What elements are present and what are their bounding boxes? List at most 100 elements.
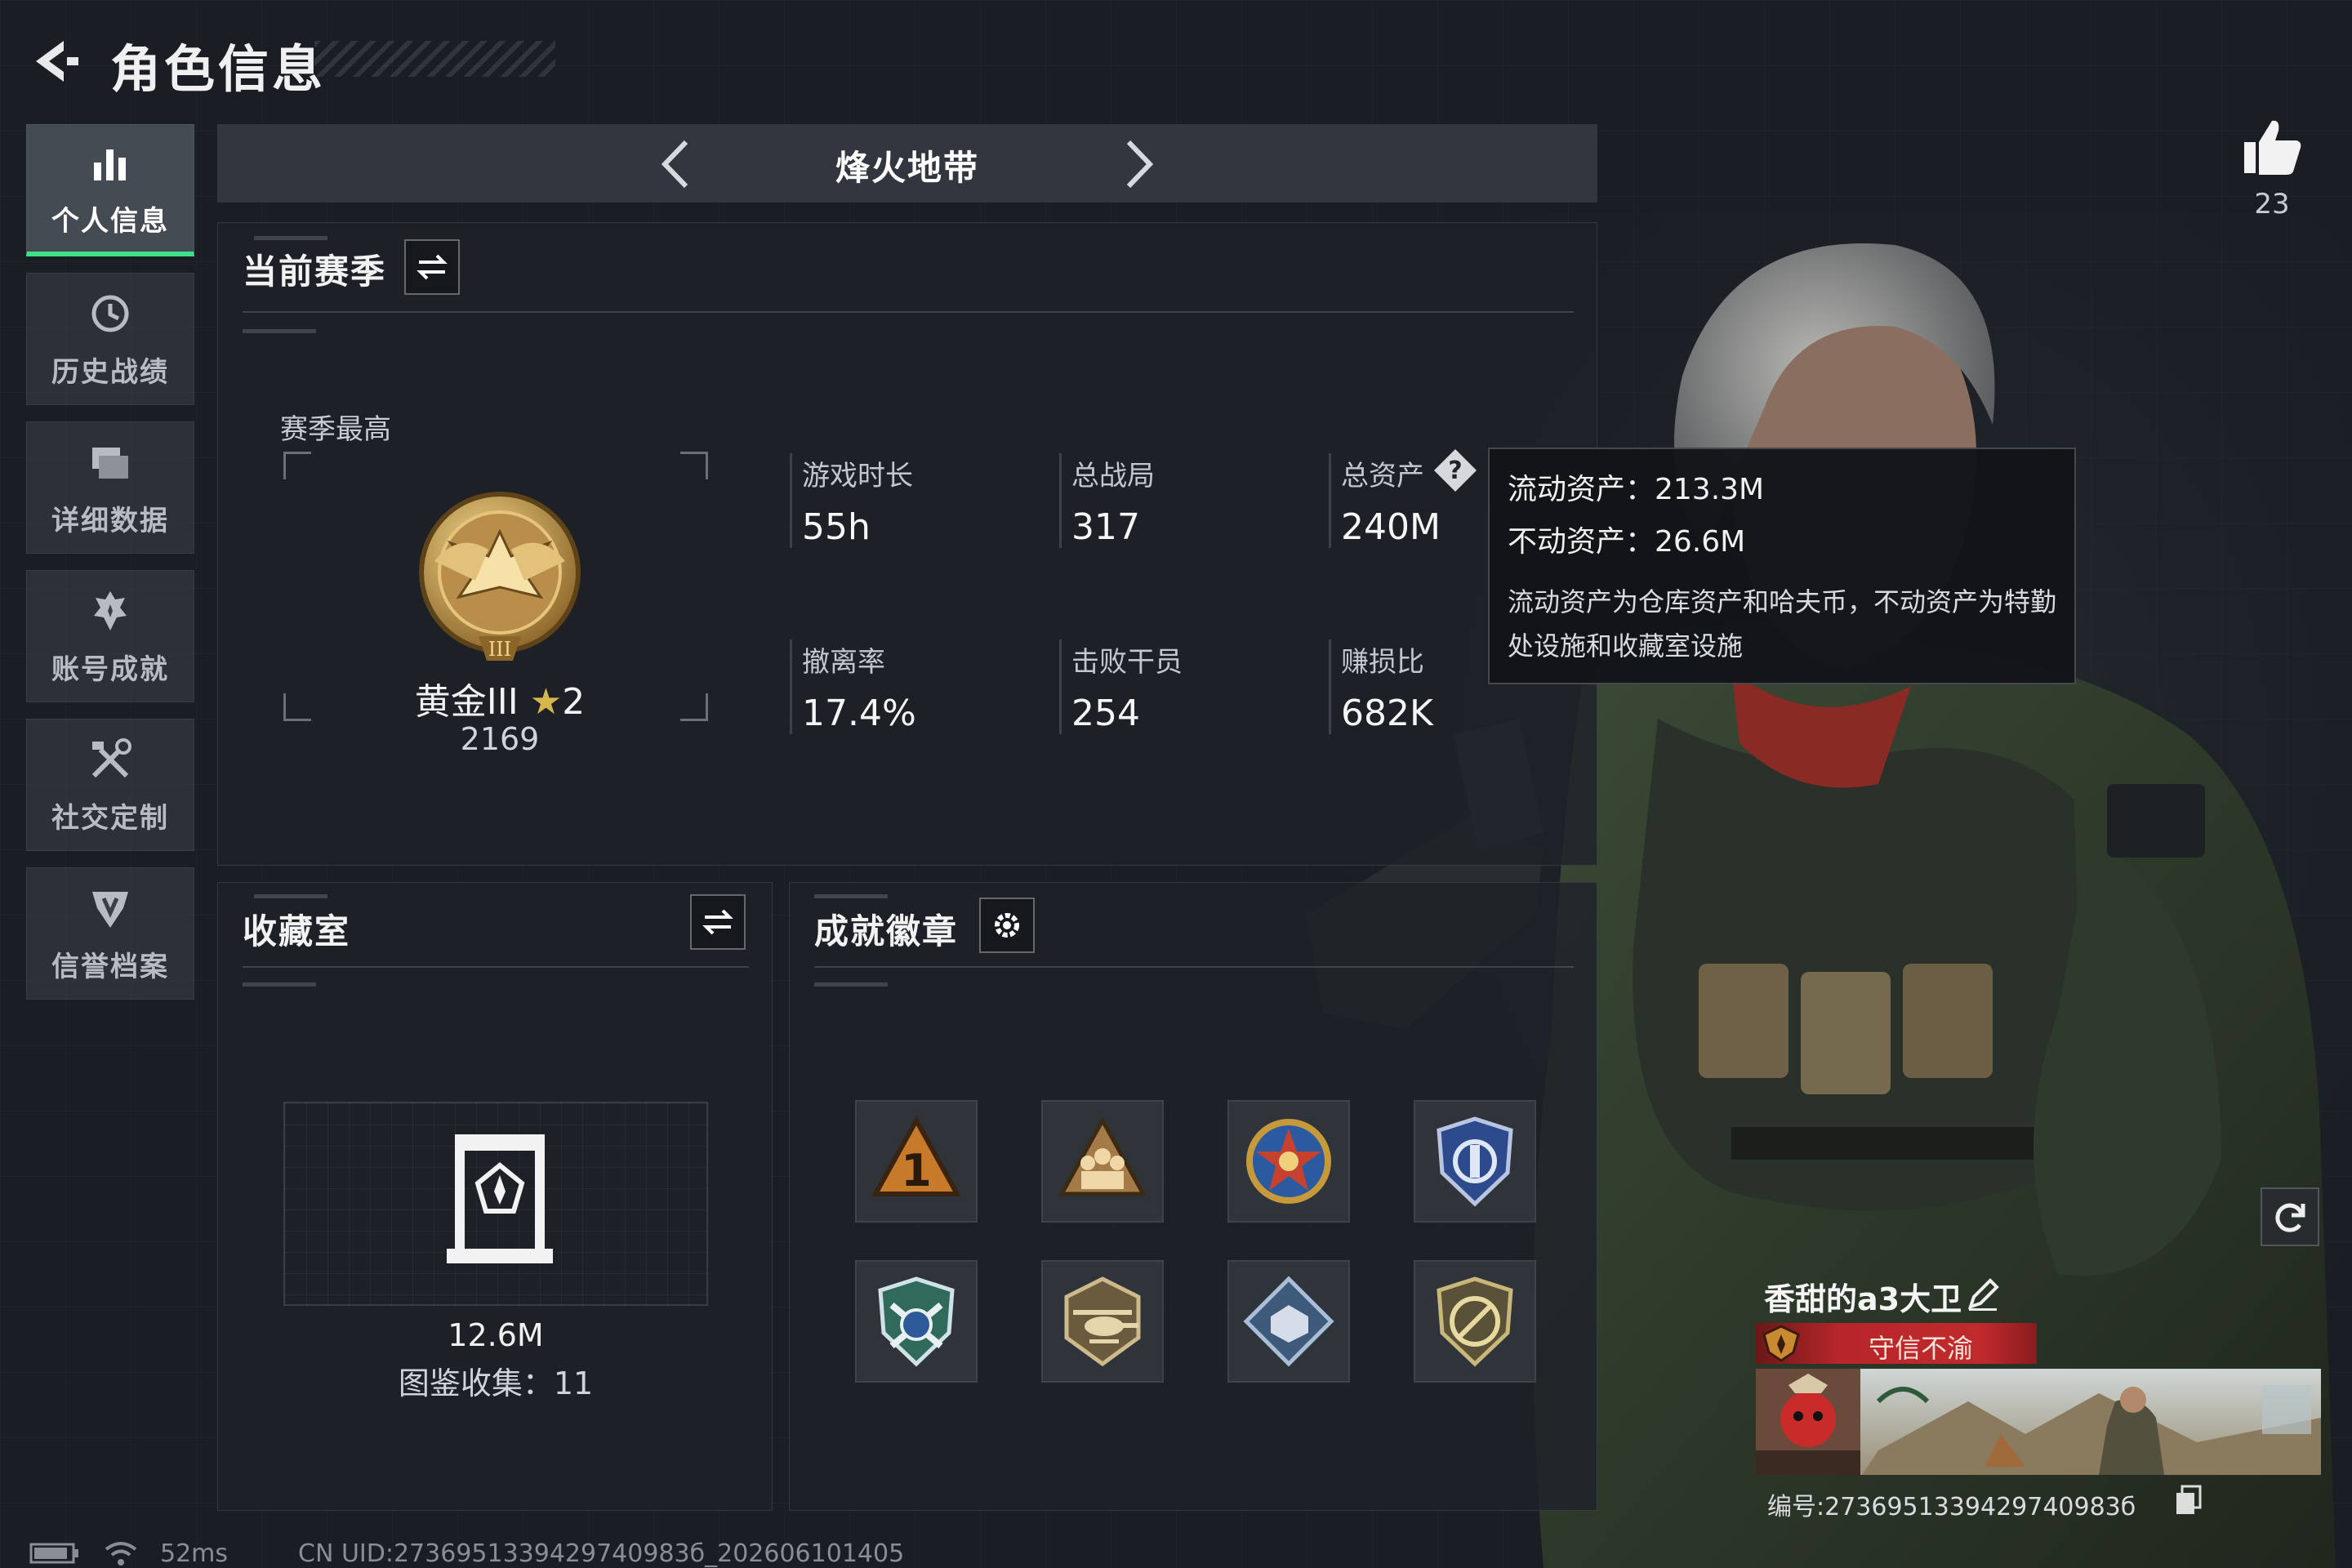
stat-kills: 击败干员 254	[1059, 639, 1183, 734]
season-title: 当前赛季	[243, 252, 387, 292]
status-bar: 52ms CN UID:2736951339429740983б_2026061…	[29, 1539, 917, 1568]
rotate-model-button[interactable]	[2261, 1187, 2319, 1246]
season-switch-button[interactable]	[404, 239, 460, 295]
sidebar-item-label: 信誉档案	[51, 950, 169, 983]
sidebar-item-label: 详细数据	[51, 504, 169, 537]
title-badge-text: 守信不渝	[1868, 1333, 1973, 1364]
badge-no-gun[interactable]	[1414, 1260, 1536, 1383]
panel-micro-text	[814, 982, 888, 987]
title-badge[interactable]: 守信不渝	[1756, 1323, 2037, 1364]
police-shield-icon	[1437, 1116, 1513, 1207]
stat-label: 赚损比	[1341, 646, 1424, 679]
badge-rank-1[interactable]: 1	[855, 1100, 978, 1223]
sidebar-item-label: 历史战绩	[51, 355, 169, 389]
panel-micro-text	[243, 329, 316, 333]
stat-label: 撤离率	[802, 646, 885, 679]
stat-value: 17.4%	[802, 693, 916, 734]
back-arrow-icon	[36, 41, 78, 82]
tools-icon	[86, 735, 135, 784]
swap-icon	[702, 909, 733, 935]
badge-star-medal[interactable]	[1227, 1100, 1350, 1223]
gun-prohibited-icon	[1437, 1276, 1513, 1367]
stat-label: 游戏时长	[802, 460, 913, 492]
edit-name-icon[interactable]	[1964, 1276, 2002, 1313]
mode-next-button[interactable]	[1107, 136, 1165, 193]
title-decoration	[314, 41, 555, 77]
thumbs-up-icon	[2244, 120, 2301, 175]
collection-count: 图鉴收集：11	[398, 1365, 594, 1401]
tooltip-note: 流动资产为仓库资产和哈夫币，不动资产为特勤处设施和收藏室设施	[1508, 586, 2057, 662]
season-highest-label: 赛季最高	[280, 413, 391, 446]
squad-triangle-icon	[1058, 1116, 1147, 1196]
assets-help-icon[interactable]: ?	[1432, 448, 1478, 493]
like-button[interactable]: 23	[2234, 114, 2310, 220]
wifi-icon	[105, 1542, 137, 1566]
badges-settings-button[interactable]	[979, 898, 1035, 953]
rank-score: 2169	[460, 721, 540, 757]
rotate-icon	[2275, 1203, 2305, 1232]
shield-icon	[86, 884, 135, 933]
mode-title: 烽火地带	[835, 148, 979, 188]
mode-selector: 烽火地带	[217, 124, 1597, 203]
stat-value: 682K	[1341, 693, 1433, 734]
sidebar-item-history[interactable]: 历史战绩	[26, 273, 194, 405]
rank-stars: 2	[562, 681, 586, 723]
divider	[814, 966, 1574, 968]
collection-value: 12.6M	[448, 1317, 544, 1353]
tooltip-liquid-assets: 流动资产：213.3M	[1508, 473, 1765, 506]
sidebar-item-personal-info[interactable]: 个人信息	[26, 124, 194, 256]
divider	[243, 966, 749, 968]
diamond-map-icon	[1243, 1276, 1334, 1367]
back-button[interactable]	[24, 33, 82, 90]
stat-label: 总资产	[1341, 460, 1424, 492]
ping-value: 52ms	[160, 1539, 229, 1568]
achievement-icon	[86, 586, 135, 635]
copy-icon[interactable]	[2174, 1485, 2203, 1516]
sidebar-item-achievements[interactable]: 账号成就	[26, 570, 194, 702]
stat-playtime: 游戏时长 55h	[790, 453, 913, 548]
player-uid: 编号:2736951339429740983б	[1767, 1493, 2136, 1521]
folder-icon	[86, 438, 135, 487]
collection-switch-button[interactable]	[690, 894, 746, 950]
status-uid: CN UID:2736951339429740983б_202606101405	[298, 1539, 905, 1568]
stat-total-assets: 总资产 240M	[1329, 453, 1441, 548]
badge-squad[interactable]	[1041, 1100, 1164, 1223]
chevron-right-icon	[1126, 140, 1154, 189]
sidebar-item-detailed-data[interactable]: 详细数据	[26, 421, 194, 554]
stat-value: 254	[1071, 693, 1140, 734]
sidebar-item-label: 社交定制	[51, 801, 169, 835]
crossed-arrows-shield-icon	[878, 1276, 955, 1367]
page-title: 角色信息	[110, 39, 327, 99]
stat-value: 317	[1071, 506, 1140, 548]
sidebar-item-label: 账号成就	[51, 653, 169, 686]
stat-value: 240M	[1341, 506, 1441, 548]
rank-name: 黄金III	[414, 681, 519, 723]
assets-tooltip: 流动资产：213.3M 不动资产：26.6M 流动资产为仓库资产和哈夫币，不动资…	[1488, 448, 2076, 684]
collection-panel: 收藏室 12.6M 图鉴收集：11	[217, 882, 773, 1511]
player-banner[interactable]	[1756, 1369, 2321, 1475]
svg-text:1: 1	[901, 1145, 932, 1196]
battery-icon	[29, 1543, 78, 1564]
tooltip-fixed-assets: 不动资产：26.6M	[1508, 525, 1746, 559]
swap-icon	[416, 254, 448, 280]
badge-helicopter[interactable]	[1041, 1260, 1164, 1383]
collection-title: 收藏室	[243, 911, 351, 951]
badge-police-shield[interactable]	[1414, 1100, 1536, 1223]
rank-name-row: 黄金III ★2	[381, 672, 618, 724]
divider	[243, 311, 1574, 313]
panel-micro-text	[254, 894, 327, 898]
badges-title: 成就徽章	[814, 911, 959, 951]
gear-icon	[995, 913, 1019, 938]
history-icon	[86, 289, 135, 338]
season-panel: 当前赛季 赛季最高 III 黄金III ★2 2169 游戏时长 55h 总战局…	[217, 222, 1597, 866]
triangle-number-one-icon: 1	[871, 1115, 962, 1196]
rank-star-icon: ★	[529, 681, 563, 723]
badge-diamond-map[interactable]	[1227, 1260, 1350, 1383]
panel-micro-text	[243, 982, 316, 987]
stat-matches: 总战局 317	[1059, 453, 1155, 548]
sidebar-item-social[interactable]: 社交定制	[26, 719, 194, 851]
player-name: 香甜的a3大卫	[1764, 1281, 1962, 1317]
badge-crossed-shield[interactable]	[855, 1260, 978, 1383]
panel-micro-text	[254, 236, 327, 240]
sidebar-item-credit[interactable]: 信誉档案	[26, 867, 194, 1000]
